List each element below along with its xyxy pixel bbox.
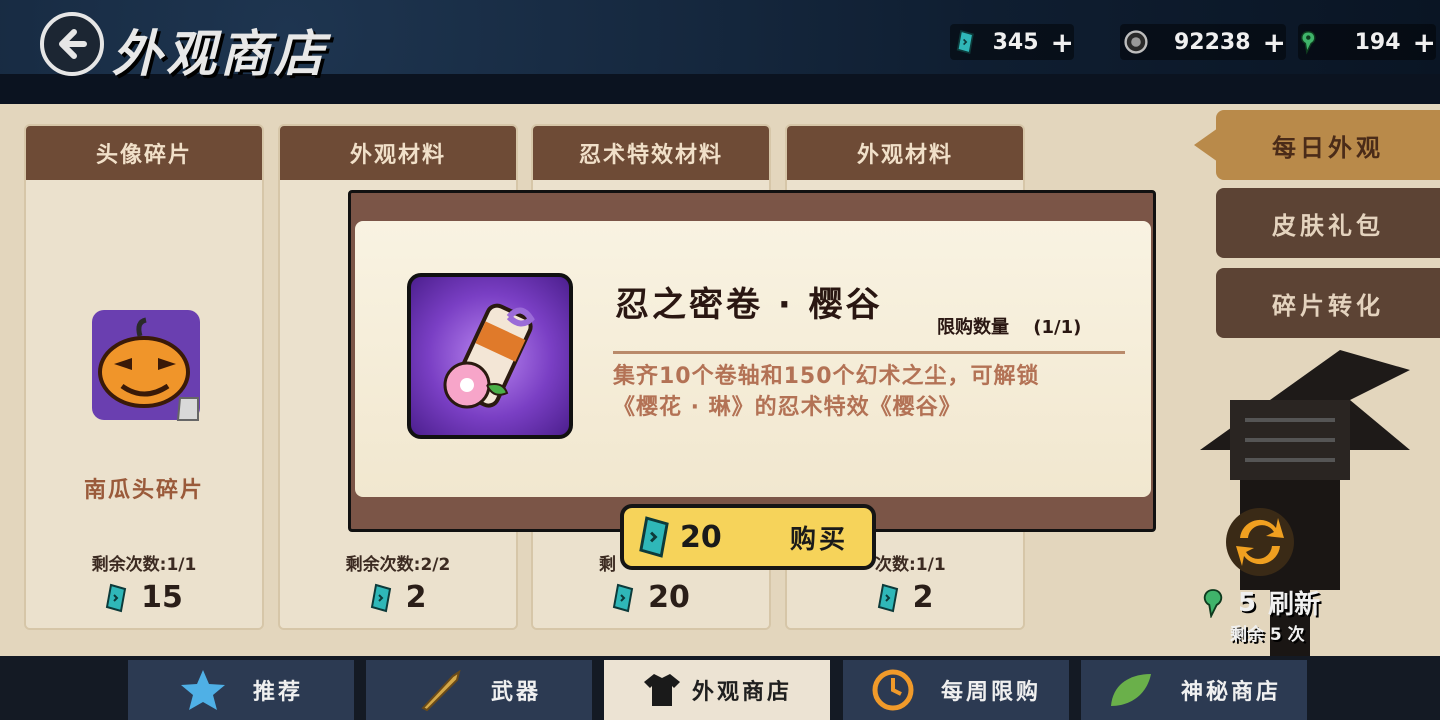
pumpkin-head-fragment-icon	[92, 310, 200, 421]
star-icon	[180, 670, 225, 710]
buy-label: 购买	[789, 524, 848, 555]
item-title: 忍之密卷 · 樱谷	[615, 285, 883, 325]
modal-content: 忍之密卷 · 樱谷 限购数量 (1/1) 集齐10个卷轴和150个幻术之尘，可解…	[355, 221, 1151, 497]
card-category: 外观材料	[787, 126, 1023, 180]
card-price-value: 2	[405, 580, 427, 615]
item-description: 集齐10个卷轴和150个幻术之尘，可解锁《樱花 · 琳》的忍术特效《樱谷》	[613, 364, 1040, 420]
shirt-icon	[643, 674, 680, 706]
side-tab-skin-pack[interactable]: 皮肤礼包	[1216, 188, 1440, 258]
buy-price: 20	[680, 519, 722, 555]
tab-appearance-shop[interactable]: 外观商店	[604, 660, 830, 720]
currency-coin: 92238 +	[1120, 24, 1286, 60]
tab-label: 推荐	[252, 680, 303, 705]
refresh-label: 刷新	[1268, 590, 1321, 620]
tab-weapon[interactable]: 武器	[366, 660, 592, 720]
card-remain-count: 剩余次数:1/1	[91, 555, 197, 575]
purchase-limit-value: (1/1)	[1033, 317, 1082, 338]
scroll-icon	[443, 303, 535, 409]
add-jade-button[interactable]: +	[1413, 26, 1436, 59]
ticket-icon	[877, 583, 898, 612]
tab-label: 神秘商店	[1180, 680, 1281, 705]
side-tab-fragment-convert[interactable]: 碎片转化	[1216, 268, 1440, 338]
purchase-limit-label: 限购数量	[937, 317, 1009, 338]
card-price-value: 20	[648, 580, 690, 615]
ticket-icon	[612, 583, 634, 612]
currency-jade-value: 194	[1354, 29, 1401, 55]
refresh-remain: 剩余 5 次	[1230, 625, 1305, 645]
side-tab-daily[interactable]: 每日外观	[1216, 110, 1440, 180]
card-category: 外观材料	[280, 126, 516, 180]
ticket-icon	[105, 583, 127, 612]
shop-card-1[interactable]: 头像碎片 南瓜头碎片 剩余次数:1/1 15	[24, 124, 264, 630]
refresh-button[interactable]: 5 刷新	[1200, 584, 1320, 621]
card-category: 忍术特效材料	[533, 126, 769, 180]
buy-button[interactable]: 20 购买	[620, 504, 876, 570]
card-category: 头像碎片	[26, 126, 262, 180]
active-tab-pointer-icon	[1194, 128, 1218, 162]
modal-divider	[613, 351, 1125, 354]
item-icon	[407, 273, 573, 439]
refresh-cost: 5	[1238, 587, 1257, 618]
leaf-icon	[1110, 674, 1151, 706]
card-remain-count: 剩余次数:2/2	[345, 555, 451, 575]
card-price: 20	[533, 580, 769, 615]
currency-ticket-value: 345	[992, 29, 1039, 55]
jade-icon	[1301, 30, 1316, 55]
currency-jade: 194 +	[1298, 24, 1436, 60]
ticket-icon	[639, 516, 669, 558]
tab-weekly-limited[interactable]: 每周限购	[843, 660, 1069, 720]
card-price: 15	[26, 580, 262, 615]
tab-label: 每周限购	[940, 680, 1041, 705]
add-ticket-button[interactable]: +	[1051, 26, 1074, 59]
ticket-icon	[956, 29, 974, 55]
add-coin-button[interactable]: +	[1263, 26, 1286, 59]
back-button[interactable]	[40, 12, 104, 76]
card-item-name: 南瓜头碎片	[83, 478, 204, 503]
currency-coin-value: 92238	[1173, 29, 1251, 55]
tab-mystery-shop[interactable]: 神秘商店	[1081, 660, 1307, 720]
card-price: 2	[280, 580, 516, 615]
currency-ticket: 345 +	[950, 24, 1074, 60]
clock-icon	[872, 669, 914, 711]
card-price: 2	[787, 580, 1023, 615]
refresh-icon[interactable]	[1222, 504, 1298, 580]
tab-label: 武器	[490, 680, 541, 705]
coin-icon	[1124, 30, 1148, 54]
jade-icon	[1203, 588, 1223, 618]
item-detail-modal: 忍之密卷 · 樱谷 限购数量 (1/1) 集齐10个卷轴和150个幻术之尘，可解…	[348, 190, 1156, 532]
purchase-limit: 限购数量 (1/1)	[937, 313, 1081, 339]
page-title: 外观商店	[112, 24, 328, 83]
card-price-value: 2	[912, 580, 934, 615]
card-price-value: 15	[141, 580, 183, 615]
tab-label: 外观商店	[691, 680, 792, 705]
back-arrow-icon	[59, 29, 87, 59]
ticket-icon	[370, 583, 391, 612]
weapon-icon	[421, 669, 461, 712]
tab-recommend[interactable]: 推荐	[128, 660, 354, 720]
